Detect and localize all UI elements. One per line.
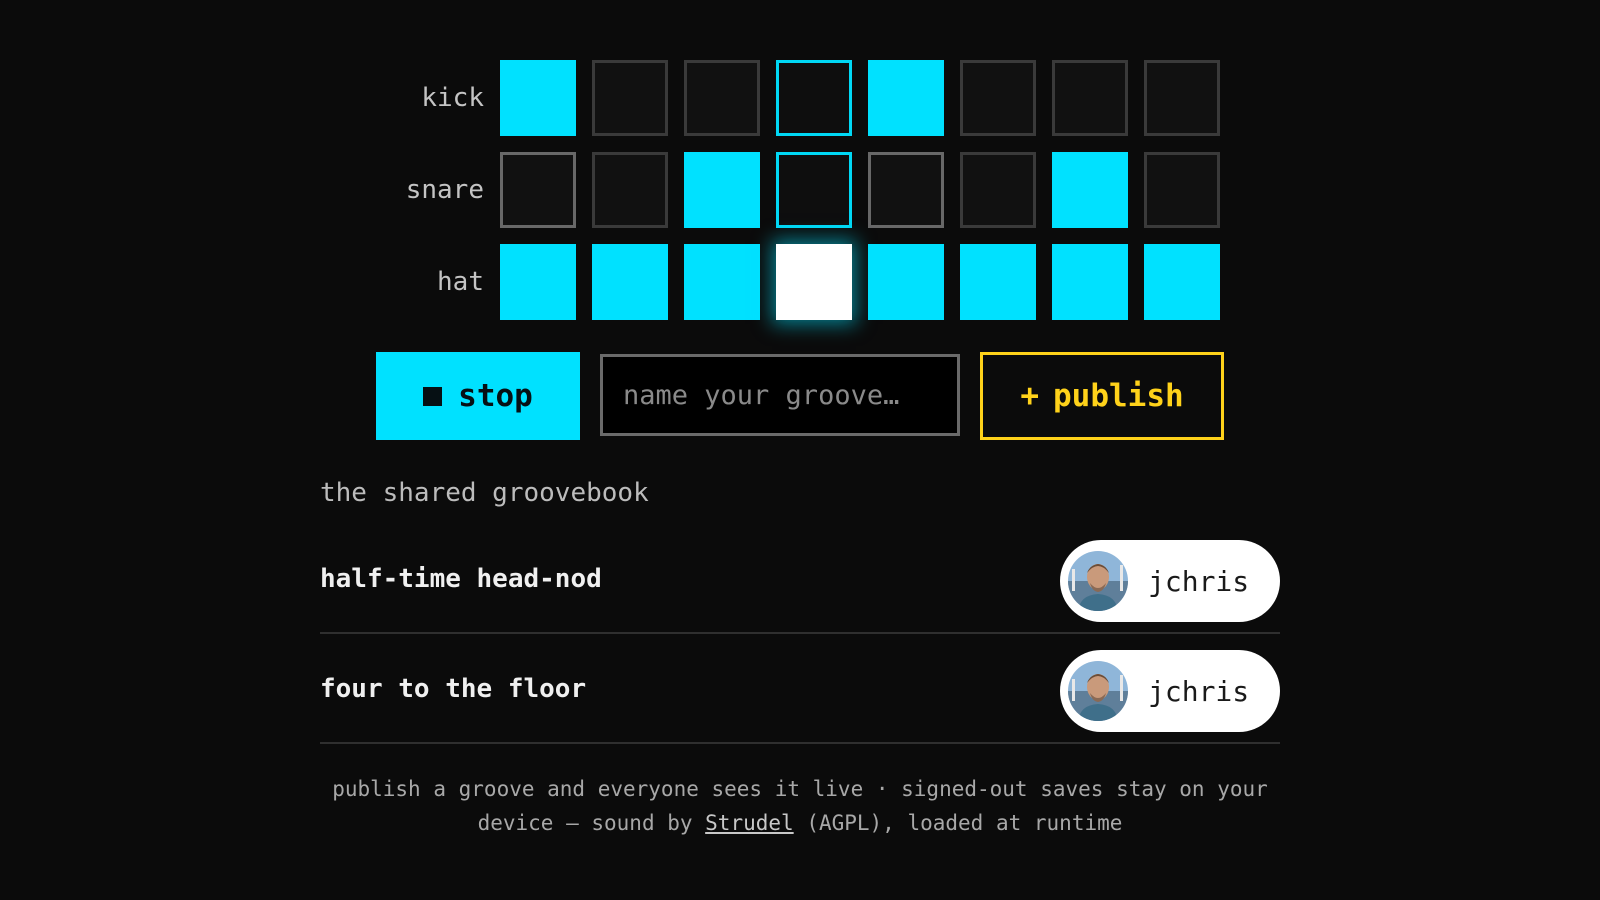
groove-name-link[interactable]: half-time head-nod	[320, 526, 602, 632]
step-cell-snare-8[interactable]	[1144, 152, 1220, 228]
step-cell-kick-3[interactable]	[684, 60, 760, 136]
step-cell-hat-5[interactable]	[868, 244, 944, 320]
track-label-snare: snare	[405, 175, 484, 205]
step-cell-hat-3[interactable]	[684, 244, 760, 320]
plus-icon: +	[1020, 378, 1039, 414]
step-cell-kick-8[interactable]	[1144, 60, 1220, 136]
stop-label: stop	[458, 378, 533, 414]
step-cell-hat-6[interactable]	[960, 244, 1036, 320]
footer-note: publish a groove and everyone sees it li…	[320, 772, 1280, 840]
step-cell-hat-8[interactable]	[1144, 244, 1220, 320]
step-cell-snare-1[interactable]	[500, 152, 576, 228]
step-cell-snare-6[interactable]	[960, 152, 1036, 228]
groove-name-link[interactable]: four to the floor	[320, 636, 586, 742]
track-label-kick: kick	[421, 83, 484, 113]
step-cell-snare-3[interactable]	[684, 152, 760, 228]
author-pill[interactable]: jchris	[1060, 540, 1280, 622]
footer-text-end: (AGPL), loaded at runtime	[793, 811, 1123, 835]
publish-button[interactable]: + publish	[980, 352, 1224, 440]
step-cell-snare-2[interactable]	[592, 152, 668, 228]
groove-list-item: four to the floor jchris	[320, 636, 1280, 744]
author-name: jchris	[1148, 564, 1250, 598]
step-cell-kick-1[interactable]	[500, 60, 576, 136]
step-cell-snare-4[interactable]	[776, 152, 852, 228]
step-cell-hat-4[interactable]	[776, 244, 852, 320]
author-pill[interactable]: jchris	[1060, 650, 1280, 732]
groove-app: kick snare hat stop + publish the shared g…	[0, 0, 1600, 900]
publish-label: publish	[1053, 378, 1184, 414]
step-cell-hat-2[interactable]	[592, 244, 668, 320]
groove-list-item: half-time head-nod jchris	[320, 526, 1280, 634]
user-avatar	[1068, 661, 1128, 721]
track-label-hat: hat	[437, 267, 484, 297]
step-cell-hat-1[interactable]	[500, 244, 576, 320]
groovebook-heading: the shared groovebook	[320, 478, 649, 508]
strudel-link[interactable]: Strudel	[705, 811, 794, 835]
step-cell-snare-5[interactable]	[868, 152, 944, 228]
step-cell-kick-6[interactable]	[960, 60, 1036, 136]
step-cell-snare-7[interactable]	[1052, 152, 1128, 228]
groove-name-input[interactable]	[600, 354, 960, 436]
step-cell-hat-7[interactable]	[1052, 244, 1128, 320]
author-name: jchris	[1148, 674, 1250, 708]
stop-square-icon	[423, 386, 443, 406]
step-cell-kick-5[interactable]	[868, 60, 944, 136]
step-cell-kick-7[interactable]	[1052, 60, 1128, 136]
user-avatar	[1068, 551, 1128, 611]
step-cell-kick-4[interactable]	[776, 60, 852, 136]
step-cell-kick-2[interactable]	[592, 60, 668, 136]
stop-button[interactable]: stop	[376, 352, 580, 440]
